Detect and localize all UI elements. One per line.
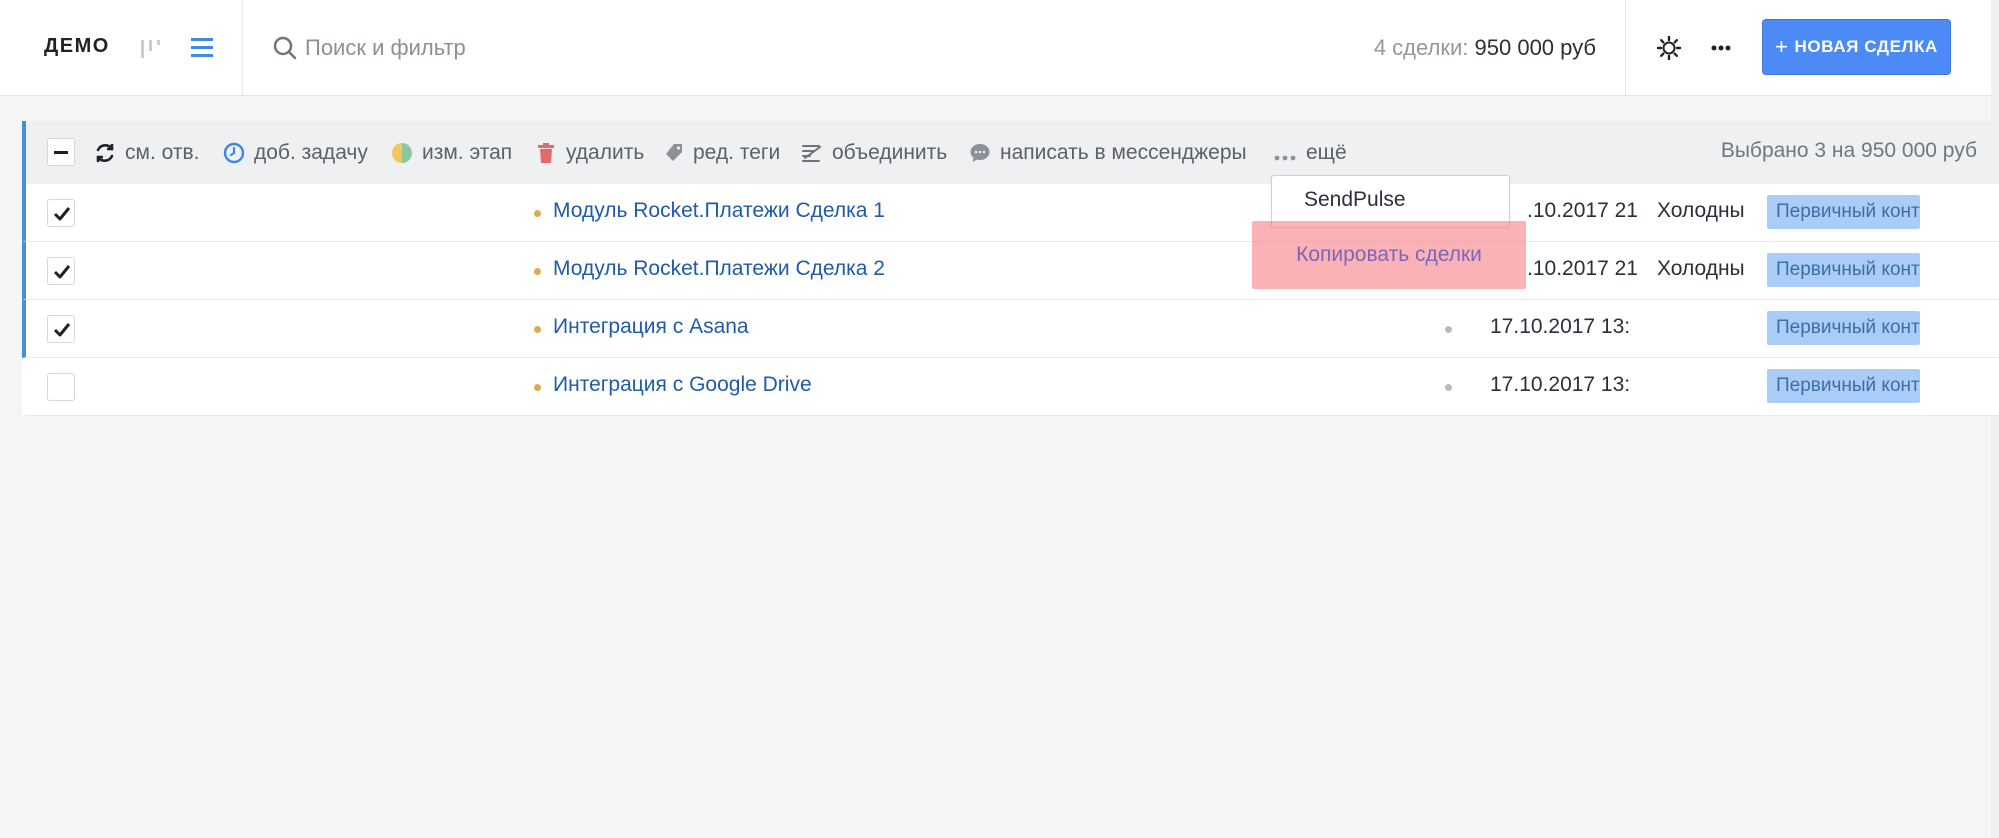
checkmark-icon <box>53 265 71 279</box>
deal-total: 950 000 руб <box>1474 35 1596 60</box>
messenger-label: написать в мессенджеры <box>1000 141 1247 164</box>
pipeline-name[interactable]: ДЕМО <box>44 35 110 58</box>
edit-tags-label: ред. теги <box>693 141 781 164</box>
deal-count-summary: 4 сделки: 950 000 руб <box>1374 35 1596 61</box>
date-cell: .10.2017 21 <box>1527 257 1638 280</box>
change-responsible-action[interactable]: см. отв. <box>93 139 199 167</box>
status-dot <box>534 210 541 217</box>
checkmark-icon <box>53 207 71 221</box>
search-input[interactable] <box>305 30 805 66</box>
add-task-label: доб. задачу <box>254 141 368 164</box>
deselect-all-checkbox[interactable] <box>47 138 75 166</box>
date-cell: 17.10.2017 13: <box>1490 373 1631 396</box>
new-deal-button[interactable]: + НОВАЯ СДЕЛКА <box>1762 19 1951 75</box>
ellipsis-icon <box>1274 155 1296 161</box>
delete-action[interactable]: удалить <box>534 139 644 167</box>
table-row[interactable]: Интеграция с Google Drive 17.10.2017 13:… <box>22 358 1999 416</box>
table-row[interactable]: Интеграция с Asana 17.10.2017 13: Первич… <box>22 300 1999 358</box>
deal-name-link[interactable]: Интеграция с Google Drive <box>553 373 812 397</box>
row-checkbox[interactable] <box>47 373 75 401</box>
messenger-action[interactable]: написать в мессенджеры <box>968 139 1247 167</box>
edit-tags-action[interactable]: ред. теги <box>663 139 780 167</box>
trash-icon <box>538 143 554 163</box>
status-dot <box>534 384 541 391</box>
stage-tag: Первичный конта <box>1767 311 1920 345</box>
checkmark-icon <box>53 323 71 337</box>
status-dot <box>534 268 541 275</box>
status-dot <box>534 326 541 333</box>
deal-count-label: 4 сделки: <box>1373 35 1469 60</box>
change-stage-action[interactable]: изм. этап <box>390 139 512 167</box>
more-options-icon[interactable] <box>1706 33 1736 63</box>
date-cell: .10.2017 21 <box>1527 199 1638 222</box>
stage-tag: Первичный конта <box>1767 369 1920 403</box>
merge-label: объединить <box>832 141 948 164</box>
more-actions-label: ещё <box>1306 141 1347 164</box>
settings-gear-icon[interactable] <box>1654 33 1684 63</box>
clock-icon <box>223 142 245 164</box>
date-cell: 17.10.2017 13: <box>1490 315 1631 338</box>
table-row[interactable]: Модуль Rocket.Платежи Сделка 2 .10.2017 … <box>22 242 1999 300</box>
more-actions-toggle[interactable]: ещё <box>1272 139 1347 167</box>
delete-label: удалить <box>566 141 645 164</box>
merge-action[interactable]: объединить <box>800 139 947 167</box>
copy-deals-menu-item[interactable]: Копировать сделки <box>1252 221 1526 289</box>
header-divider <box>1625 0 1626 96</box>
deal-name-link[interactable]: Модуль Rocket.Платежи Сделка 2 <box>553 257 885 281</box>
stage-tag: Первичный конта <box>1767 253 1920 287</box>
deals-table: см. отв. доб. задачу изм. этап удалить р… <box>22 121 1999 416</box>
tag-icon <box>666 144 682 161</box>
change-responsible-label: см. отв. <box>125 141 200 164</box>
sendpulse-menu-item[interactable]: SendPulse <box>1304 188 1406 212</box>
bulk-action-bar: см. отв. доб. задачу изм. этап удалить р… <box>22 121 1999 184</box>
stage-tag: Первичный конта <box>1767 195 1920 229</box>
deal-name-link[interactable]: Модуль Rocket.Платежи Сделка 1 <box>553 199 885 223</box>
status-cell: Холодны <box>1657 257 1745 280</box>
chat-bubble-icon <box>970 144 990 162</box>
merge-icon <box>802 145 821 162</box>
kanban-view-icon[interactable] <box>138 34 166 62</box>
status-cell: Холодны <box>1657 199 1745 222</box>
separator-dot <box>1445 326 1452 333</box>
plus-icon: + <box>1775 34 1789 59</box>
stage-circle-icon <box>392 143 412 163</box>
selected-summary: Выбрано 3 на 950 000 руб <box>1720 139 1977 162</box>
header-divider <box>242 0 243 96</box>
list-view-icon[interactable] <box>188 33 216 61</box>
deal-name-link[interactable]: Интеграция с Asana <box>553 315 749 339</box>
copy-deals-label: Копировать сделки <box>1296 243 1482 266</box>
refresh-icon <box>96 144 114 162</box>
row-checkbox[interactable] <box>47 257 75 285</box>
top-header: ДЕМО 4 сделки: 950 000 руб <box>0 0 1999 96</box>
row-checkbox[interactable] <box>47 315 75 343</box>
table-row[interactable]: Модуль Rocket.Платежи Сделка 1 .10.2017 … <box>22 184 1999 242</box>
change-stage-label: изм. этап <box>422 141 513 164</box>
search-icon <box>272 35 298 61</box>
separator-dot <box>1445 384 1452 391</box>
row-checkbox[interactable] <box>47 199 75 227</box>
new-deal-label: НОВАЯ СДЕЛКА <box>1794 37 1938 56</box>
add-task-action[interactable]: доб. задачу <box>222 139 368 167</box>
